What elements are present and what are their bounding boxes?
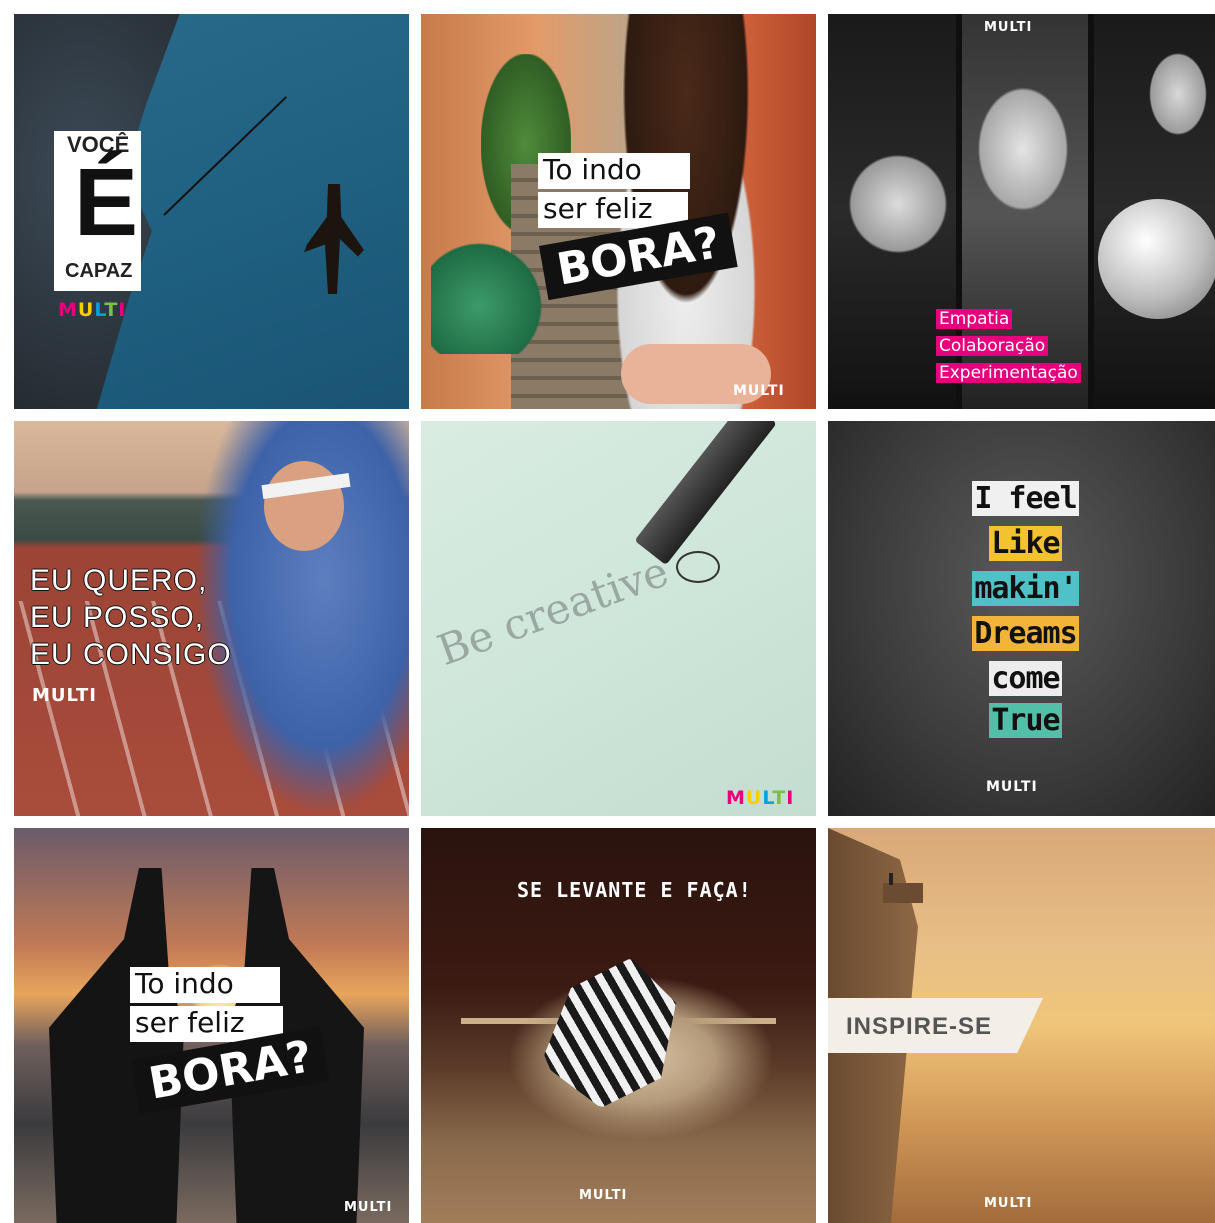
- multi-logo: MULTI: [733, 383, 785, 399]
- caption-line-1: EU QUERO,: [30, 564, 208, 597]
- caption-line-3: EU CONSIGO: [30, 638, 232, 671]
- green-jars: [431, 234, 551, 354]
- tag-experimentacao: Experimentação: [936, 363, 1081, 383]
- multi-logo: MULTI: [579, 1188, 628, 1203]
- caption-line-1: To indo: [135, 967, 234, 1000]
- headline: SE LEVANTE E FAÇA!: [517, 878, 752, 902]
- word-row: Dreams: [972, 616, 1079, 651]
- person-silhouette: [49, 868, 184, 1223]
- headline: INSPIRE-SE: [846, 1013, 993, 1040]
- lightbulb-doodle-icon: [676, 551, 720, 583]
- handwritten-text: Be creative: [431, 546, 675, 676]
- tile-hands[interactable]: MULTI Empatia Colaboração Experimentação: [828, 14, 1215, 409]
- multi-logo: MULTI: [984, 20, 1033, 35]
- multi-logo: MULTI: [344, 1200, 393, 1215]
- hand: [1143, 44, 1213, 144]
- climber-silhouette: [304, 184, 364, 294]
- image-grid: VOCÊ É CAPAZ MULTI To indo ser feliz BOR…: [0, 0, 1215, 1223]
- multi-logo: MULTI: [986, 779, 1038, 795]
- tag-colaboracao: Colaboração: [936, 336, 1049, 356]
- multi-logo: MULTI: [32, 685, 97, 706]
- climbing-rope: [163, 96, 287, 216]
- word-row: I feel: [972, 481, 1079, 516]
- pen: [634, 421, 777, 566]
- cliff-ledge: [883, 883, 923, 903]
- caption-line-2: ser feliz: [543, 192, 653, 225]
- tile-voce-e-capaz[interactable]: VOCÊ É CAPAZ MULTI: [14, 14, 409, 409]
- tile-cliff[interactable]: INSPIRE-SE MULTI: [828, 828, 1215, 1223]
- tile-runner[interactable]: EU QUERO, EU POSSO, EU CONSIGO MULTI: [14, 421, 409, 816]
- tile-be-creative[interactable]: Be creative MULTI: [421, 421, 816, 816]
- tile-to-indo-street[interactable]: To indo ser feliz BORA? MULTI: [421, 14, 816, 409]
- caption-line-2: ser feliz: [135, 1006, 245, 1039]
- word-row: Like: [989, 526, 1062, 561]
- caption-line-1: To indo: [543, 153, 642, 186]
- word-row: come: [989, 661, 1062, 696]
- tile-dreams[interactable]: I feel Like makin' Dreams come True MULT…: [828, 421, 1215, 816]
- multi-logo: MULTI: [58, 299, 127, 321]
- word-row: True: [989, 703, 1062, 738]
- hand: [838, 144, 958, 264]
- caption-line-2: EU POSSO,: [30, 601, 205, 634]
- headline-e: É: [74, 149, 139, 256]
- word-row: makin': [972, 571, 1079, 606]
- multi-logo: MULTI: [726, 787, 795, 809]
- hand: [968, 74, 1078, 224]
- tile-to-indo-sunset[interactable]: To indo ser feliz BORA? MULTI: [14, 828, 409, 1223]
- headline-capaz: CAPAZ: [65, 260, 133, 282]
- tile-zebra[interactable]: SE LEVANTE E FAÇA! MULTI: [421, 828, 816, 1223]
- multi-logo: MULTI: [984, 1196, 1033, 1211]
- glowing-ball: [1098, 199, 1215, 319]
- person-on-cliff: [889, 873, 893, 885]
- tag-empatia: Empatia: [936, 309, 1013, 329]
